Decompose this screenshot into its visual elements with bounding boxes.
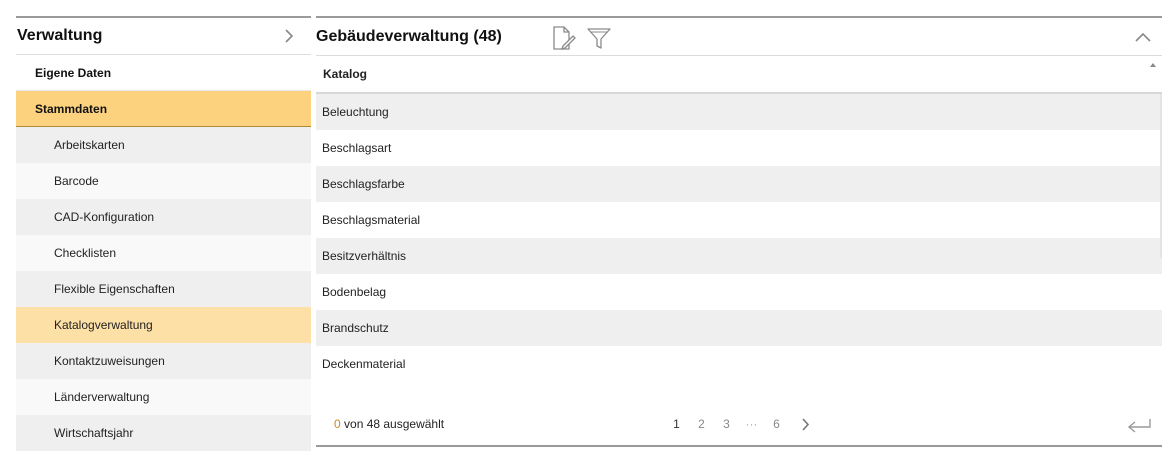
table-cell: Beschlagsmaterial [322,213,421,227]
sidebar-subitem-label: Katalogverwaltung [54,318,153,332]
sidebar-subitem-checklisten[interactable]: Checklisten [16,235,311,271]
table-footer: 0 von 48 ausgewählt 1 2 3 ··· 6 [316,405,1162,443]
column-header-label: Katalog [323,67,368,81]
sidebar-item-stammdaten[interactable]: Stammdaten [16,91,311,127]
vertical-scrollbar[interactable] [1160,94,1162,258]
table-row[interactable]: Beleuchtung [316,94,1162,130]
table-row[interactable]: Brandschutz [316,310,1162,346]
sidebar-title: Verwaltung [17,27,103,44]
sidebar-subitem-wirtschaftsjahr[interactable]: Wirtschaftsjahr [16,415,311,451]
selection-count-number: 0 [334,417,341,431]
table-row[interactable]: Beschlagsart [316,130,1162,166]
table-row[interactable]: Beschlagsmaterial [316,202,1162,238]
sidebar-subitem-label: Wirtschaftsjahr [54,426,134,440]
sidebar-item-label: Eigene Daten [35,65,112,80]
sidebar-header: Verwaltung [16,18,311,55]
panel-bottom-border [316,445,1162,447]
column-header-katalog[interactable]: Katalog [316,56,1162,94]
table-row[interactable]: Bodenbelag [316,274,1162,310]
pagination: 1 2 3 ··· 6 [664,416,815,432]
table-cell: Beschlagsart [322,141,392,155]
page-2-button[interactable]: 2 [689,417,714,431]
sidebar-item-eigene-daten[interactable]: Eigene Daten [16,55,311,91]
sidebar-subitem-label: Kontaktzuweisungen [54,354,165,368]
catalog-panel: Gebäudeverwaltung (48) Katalog Beleuchtu… [316,16,1162,448]
page-ellipsis: ··· [745,417,758,431]
sidebar-subitem-barcode[interactable]: Barcode [16,163,311,199]
panel-title: Gebäudeverwaltung (48) [316,27,502,45]
panel-header: Gebäudeverwaltung (48) [316,18,1162,56]
document-edit-icon[interactable] [549,25,577,51]
sidebar-subitem-kontaktzuweisungen[interactable]: Kontaktzuweisungen [16,343,311,379]
table-row[interactable]: Besitzverhältnis [316,238,1162,274]
sidebar-subitem-flexible-eigenschaften[interactable]: Flexible Eigenschaften [16,271,311,307]
selection-count-suffix: von 48 ausgewählt [340,417,445,431]
sidebar-subitem-label: Checklisten [54,246,117,260]
sidebar-subitem-label: Barcode [54,174,99,188]
sort-asc-icon [1150,63,1156,67]
chevron-right-icon[interactable] [281,28,297,44]
page-3-button[interactable]: 3 [714,417,739,431]
page-6-button[interactable]: 6 [764,417,789,431]
sidebar-item-label: Stammdaten [35,101,108,116]
page-1-button[interactable]: 1 [664,417,689,431]
table-row[interactable]: Beschlagsfarbe [316,166,1162,202]
table-cell: Brandschutz [322,321,389,335]
sidebar-nav: Verwaltung Eigene Daten Stammdaten Arbei… [16,16,311,453]
sidebar-subitem-label: Länderverwaltung [54,390,150,404]
chevron-right-icon[interactable] [795,416,815,432]
sidebar-subitem-cad-konfiguration[interactable]: CAD-Konfiguration [16,199,311,235]
sidebar-subitem-label: Flexible Eigenschaften [54,282,175,296]
table-row[interactable]: Deckenmaterial [316,346,1162,382]
table-cell: Bodenbelag [322,285,387,299]
chevron-up-icon[interactable] [1134,29,1152,45]
sidebar-subitem-label: Arbeitskarten [54,138,125,152]
table-cell: Deckenmaterial [322,357,406,371]
table-cell: Beschlagsfarbe [322,177,405,191]
table-cell: Beleuchtung [322,105,389,119]
sidebar-subitem-katalogverwaltung[interactable]: Katalogverwaltung [16,307,311,343]
selection-count: 0 von 48 ausgewählt [334,417,444,431]
funnel-icon[interactable] [585,25,613,51]
return-arrow-icon[interactable] [1126,415,1152,437]
table-cell: Besitzverhältnis [322,249,407,263]
sidebar-subitem-laenderverwaltung[interactable]: Länderverwaltung [16,379,311,415]
sidebar-subitem-arbeitskarten[interactable]: Arbeitskarten [16,127,311,163]
sidebar-subitem-label: CAD-Konfiguration [54,210,155,224]
